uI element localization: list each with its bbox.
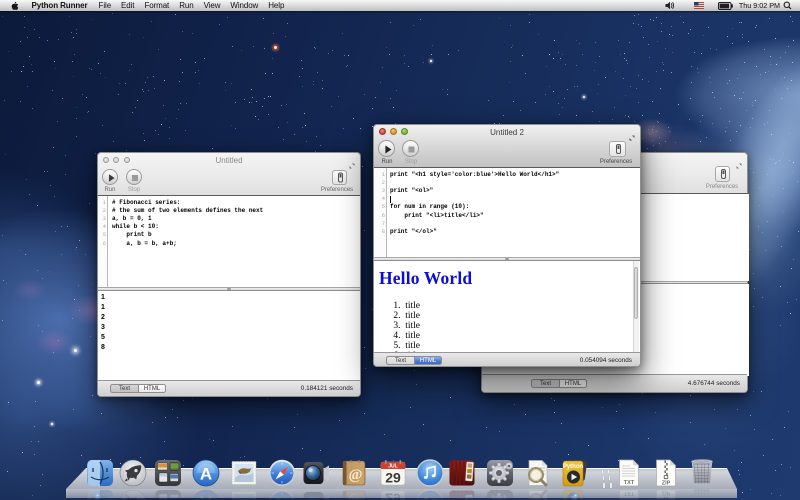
svg-text:ZIP: ZIP (662, 481, 671, 487)
svg-text:@: @ (349, 467, 363, 483)
svg-text:A: A (200, 465, 212, 484)
svg-text:Python: Python (563, 464, 584, 470)
svg-text:TXT: TXT (624, 480, 635, 486)
svg-text:29: 29 (385, 470, 401, 486)
